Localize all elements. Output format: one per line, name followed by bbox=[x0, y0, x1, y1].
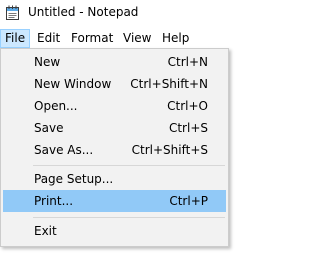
menu-item-shortcut: Ctrl+S bbox=[168, 121, 208, 135]
notepad-icon bbox=[6, 5, 19, 20]
menu-item-page-setup[interactable]: Page Setup... bbox=[3, 168, 226, 190]
menu-item-label: Open... bbox=[34, 99, 78, 113]
menu-item-shortcut: Ctrl+Shift+S bbox=[131, 143, 208, 157]
menu-item-open[interactable]: Open... Ctrl+O bbox=[3, 95, 226, 117]
menu-edit[interactable]: Edit bbox=[32, 29, 65, 48]
menu-item-shortcut: Ctrl+P bbox=[169, 194, 208, 208]
file-menu-dropdown: New Ctrl+N New Window Ctrl+Shift+N Open.… bbox=[0, 48, 229, 247]
menu-item-save-as[interactable]: Save As... Ctrl+Shift+S bbox=[3, 139, 226, 161]
menu-item-label: Save As... bbox=[34, 143, 94, 157]
menu-item-label: Page Setup... bbox=[34, 172, 114, 186]
menu-item-exit[interactable]: Exit bbox=[3, 220, 226, 242]
menu-item-shortcut: Ctrl+O bbox=[167, 99, 208, 113]
menu-item-shortcut: Ctrl+N bbox=[167, 55, 208, 69]
menu-bar: File Edit Format View Help bbox=[0, 29, 284, 48]
window-title: Untitled - Notepad bbox=[28, 5, 139, 19]
menu-item-label: Save bbox=[34, 121, 64, 135]
title-bar: Untitled - Notepad bbox=[0, 0, 284, 28]
menu-item-new[interactable]: New Ctrl+N bbox=[3, 51, 226, 73]
menu-item-save[interactable]: Save Ctrl+S bbox=[3, 117, 226, 139]
menu-item-print[interactable]: Print... Ctrl+P bbox=[3, 190, 226, 212]
menu-item-label: New bbox=[34, 55, 61, 69]
menu-separator bbox=[33, 217, 225, 218]
menu-help[interactable]: Help bbox=[157, 29, 194, 48]
menu-item-label: Exit bbox=[34, 224, 57, 238]
menu-view[interactable]: View bbox=[118, 29, 156, 48]
menu-item-label: Print... bbox=[34, 194, 74, 208]
menu-item-new-window[interactable]: New Window Ctrl+Shift+N bbox=[3, 73, 226, 95]
menu-format[interactable]: Format bbox=[66, 29, 118, 48]
menu-file[interactable]: File bbox=[0, 29, 31, 48]
menu-item-shortcut: Ctrl+Shift+N bbox=[130, 77, 208, 91]
menu-separator bbox=[33, 165, 225, 166]
menu-item-label: New Window bbox=[34, 77, 112, 91]
